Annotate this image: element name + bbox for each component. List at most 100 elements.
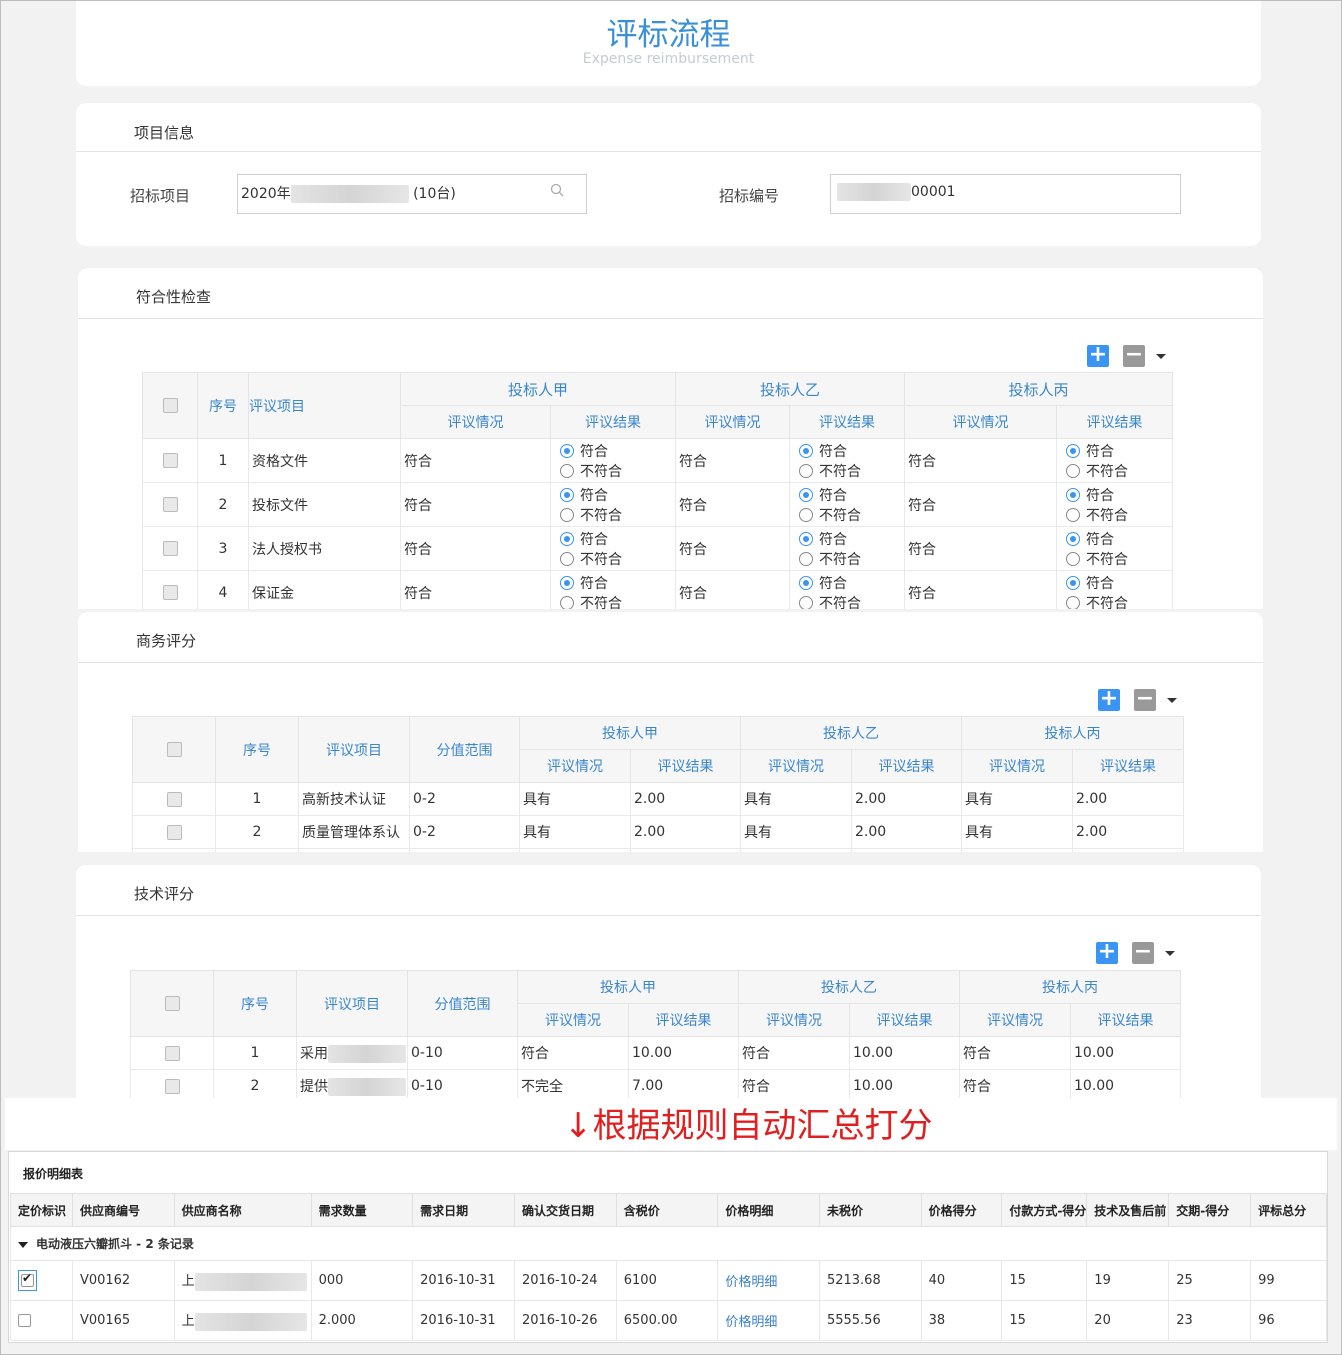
radio-option-noncomply[interactable]: 不符合	[551, 549, 675, 569]
remove-row-button[interactable]: −	[1134, 688, 1156, 711]
row-checkbox[interactable]	[166, 791, 182, 807]
row-select-cell[interactable]	[132, 815, 216, 849]
row-select-cell[interactable]	[132, 782, 216, 816]
price-col-header[interactable]: 供应商名称	[173, 1193, 312, 1227]
situation-cell[interactable]: 符合	[400, 438, 551, 483]
situation-cell[interactable]: 符合	[904, 570, 1058, 609]
row-checkbox[interactable]	[162, 497, 178, 512]
radio-icon[interactable]	[1066, 575, 1081, 590]
row-select-cell[interactable]	[130, 1036, 214, 1070]
more-dropdown-icon[interactable]	[1166, 689, 1178, 711]
more-dropdown-icon[interactable]	[1164, 942, 1176, 964]
radio-icon[interactable]	[560, 487, 574, 502]
radio-option-comply[interactable]: 符合	[1057, 485, 1172, 505]
price-value-detail[interactable]: 价格明细	[725, 1315, 777, 1330]
remove-row-button[interactable]: −	[1132, 941, 1154, 964]
situation-cell[interactable]: 具有	[519, 815, 631, 849]
radio-icon[interactable]	[1066, 507, 1081, 522]
group-row[interactable]: 电动液压六瓣抓斗 - 2 条记录	[10, 1226, 1327, 1261]
radio-option-noncomply[interactable]: 不符合	[790, 505, 904, 525]
radio-icon[interactable]	[1066, 487, 1081, 502]
radio-icon[interactable]	[799, 595, 814, 609]
more-dropdown-icon[interactable]	[1155, 345, 1167, 367]
row-checkbox[interactable]	[162, 541, 178, 556]
add-row-button[interactable]: +	[1098, 688, 1120, 711]
select-all-checkbox[interactable]	[166, 742, 182, 757]
result-cell[interactable]: 10.00	[1070, 1069, 1181, 1098]
situation-cell[interactable]: 符合	[400, 526, 551, 571]
search-icon[interactable]	[550, 183, 564, 197]
price-value-detail[interactable]: 价格明细	[725, 1275, 777, 1290]
price-col-header[interactable]: 价格明细	[717, 1193, 820, 1227]
radio-option-comply[interactable]: 符合	[1057, 529, 1172, 549]
price-row[interactable]: V00162 上 000 2016-10-31 2016-10-24 6100 价格明细 52…	[10, 1260, 1327, 1301]
price-col-header[interactable]: 需求数量	[310, 1193, 414, 1227]
pricing-flag-wrap[interactable]	[18, 1270, 37, 1291]
radio-icon[interactable]	[1066, 463, 1081, 478]
situation-cell[interactable]: 符合	[675, 526, 791, 571]
price-cell-detail[interactable]: 价格明细	[717, 1300, 820, 1341]
radio-option-comply[interactable]: 符合	[551, 485, 675, 505]
bid-project-input[interactable]: 2020年 (10台)	[237, 174, 587, 214]
row-checkbox[interactable]	[162, 453, 178, 468]
pricing-flag-checkbox[interactable]	[18, 1314, 31, 1327]
price-col-header[interactable]: 定价标识	[10, 1193, 73, 1227]
radio-option-noncomply[interactable]: 不符合	[551, 505, 675, 525]
price-col-header[interactable]: 评标总分	[1250, 1193, 1327, 1227]
select-all-checkbox[interactable]	[164, 996, 180, 1011]
radio-option-comply[interactable]: 符合	[790, 573, 904, 593]
result-cell[interactable]: 2.00	[630, 815, 741, 849]
remove-row-button[interactable]: −	[1123, 344, 1145, 367]
price-col-header[interactable]: 价格得分	[920, 1193, 1003, 1227]
radio-option-comply[interactable]: 符合	[551, 529, 675, 549]
price-col-header[interactable]: 确认交货日期	[513, 1193, 617, 1227]
radio-icon[interactable]	[799, 487, 814, 502]
radio-option-comply[interactable]: 符合	[790, 485, 904, 505]
pricing-flag-cell[interactable]	[10, 1260, 73, 1301]
result-cell[interactable]: 7.00	[628, 1069, 739, 1098]
radio-icon[interactable]	[799, 551, 814, 566]
pricing-flag-wrap[interactable]	[18, 1313, 31, 1328]
row-select-cell[interactable]	[142, 570, 198, 609]
radio-icon[interactable]	[560, 507, 574, 522]
pricing-flag-cell[interactable]	[10, 1300, 73, 1341]
price-row[interactable]: V00165 上 2.000 2016-10-31 2016-10-26 6500.00 价…	[10, 1300, 1327, 1341]
result-cell[interactable]: 2.00	[1072, 782, 1184, 816]
price-col-header[interactable]: 付款方式-得分	[1001, 1193, 1088, 1227]
radio-icon[interactable]	[1066, 443, 1081, 458]
price-col-header[interactable]: 需求日期	[412, 1193, 515, 1227]
radio-option-noncomply[interactable]: 不符合	[551, 593, 675, 609]
situation-cell[interactable]: 具有	[961, 815, 1073, 849]
radio-icon[interactable]	[1066, 595, 1081, 609]
bid-number-input[interactable]: 00001	[830, 174, 1181, 214]
radio-option-noncomply[interactable]: 不符合	[1057, 505, 1172, 525]
situation-cell[interactable]: 符合	[517, 1036, 629, 1070]
radio-icon[interactable]	[799, 507, 814, 522]
situation-cell[interactable]: 符合	[675, 438, 791, 483]
radio-option-noncomply[interactable]: 不符合	[790, 549, 904, 569]
radio-option-noncomply[interactable]: 不符合	[1057, 461, 1172, 481]
radio-icon[interactable]	[1066, 551, 1081, 566]
radio-icon[interactable]	[799, 575, 814, 590]
row-select-cell[interactable]	[142, 526, 198, 571]
radio-option-comply[interactable]: 符合	[790, 529, 904, 549]
situation-cell[interactable]: 符合	[959, 1069, 1071, 1098]
situation-cell[interactable]: 符合	[675, 570, 791, 609]
situation-cell[interactable]: 符合	[675, 482, 791, 527]
situation-cell[interactable]: 具有	[740, 815, 852, 849]
row-checkbox[interactable]	[166, 824, 182, 840]
radio-option-comply[interactable]: 符合	[1057, 441, 1172, 461]
situation-cell[interactable]: 符合	[738, 1036, 850, 1070]
situation-cell[interactable]: 具有	[961, 782, 1073, 816]
row-select-cell[interactable]	[130, 1069, 214, 1098]
situation-cell[interactable]: 符合	[400, 570, 551, 609]
radio-icon[interactable]	[799, 531, 814, 546]
radio-option-noncomply[interactable]: 不符合	[790, 461, 904, 481]
radio-icon[interactable]	[1066, 531, 1081, 546]
situation-cell[interactable]: 具有	[519, 782, 631, 816]
add-row-button[interactable]: +	[1096, 941, 1118, 964]
situation-cell[interactable]: 符合	[904, 438, 1058, 483]
situation-cell[interactable]: 符合	[959, 1036, 1071, 1070]
select-all-checkbox[interactable]	[162, 398, 178, 413]
price-col-header[interactable]: 供应商编号	[71, 1193, 175, 1227]
